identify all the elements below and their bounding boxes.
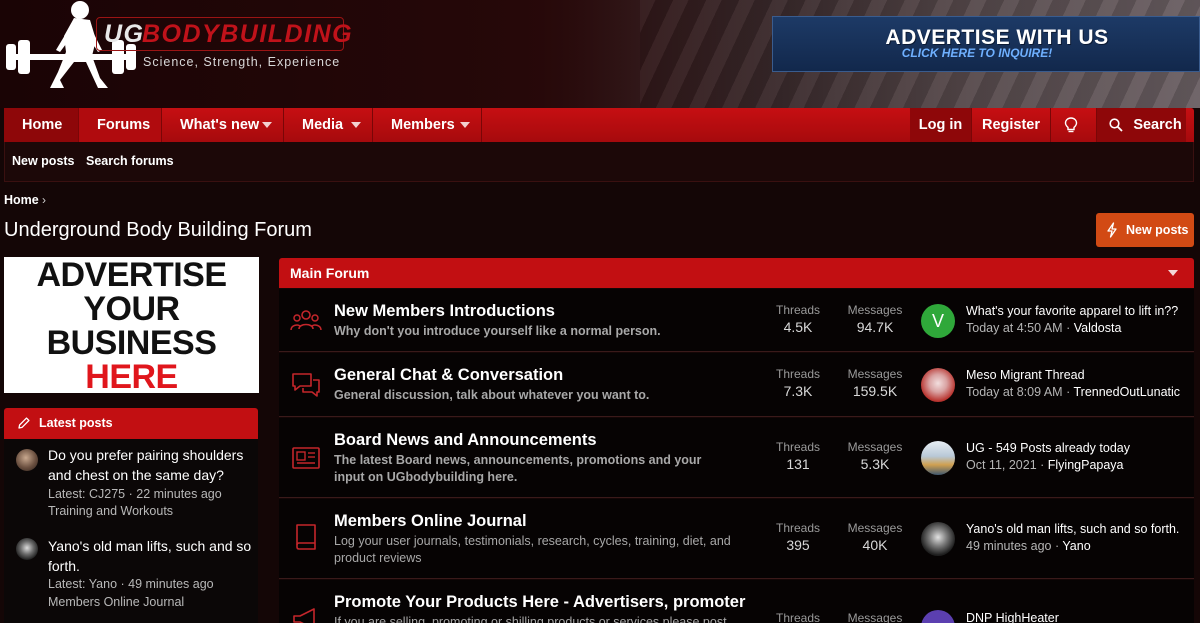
- last-post-time[interactable]: Oct 11, 2021: [966, 458, 1037, 472]
- last-post-time[interactable]: Today at 8:09 AM: [966, 385, 1063, 399]
- logo-bodybuilding-text[interactable]: BODYBUILDING: [142, 20, 353, 49]
- last-post-title[interactable]: Yano's old man lifts, such and so forth.: [966, 522, 1192, 536]
- last-post-user[interactable]: FlyingPapaya: [1048, 458, 1124, 472]
- page-title: Underground Body Building Forum: [4, 219, 312, 241]
- newspaper-icon: [292, 447, 320, 469]
- last-post-user[interactable]: TrennedOutLunatic: [1073, 385, 1180, 399]
- collapse-caret-icon[interactable]: [1168, 270, 1178, 276]
- forum-description: General discussion, talk about whatever …: [334, 388, 650, 402]
- subnav-search-forums[interactable]: Search forums: [86, 154, 174, 168]
- avatar[interactable]: [921, 522, 955, 556]
- new-posts-button-label: New posts: [1126, 223, 1189, 237]
- messages-count: 94.7K: [856, 319, 894, 335]
- journal-book-icon: [296, 524, 316, 550]
- avatar[interactable]: [921, 368, 955, 402]
- last-post-meta: Today at 4:50 AM · Valdosta: [966, 321, 1122, 335]
- threads-count: 131: [786, 456, 810, 472]
- media-caret-icon[interactable]: [351, 122, 361, 128]
- avatar[interactable]: [16, 449, 38, 471]
- main-forum-header[interactable]: Main Forum: [279, 258, 1194, 288]
- messages-label: Messages: [847, 521, 903, 535]
- logo-ug-text[interactable]: UG: [104, 20, 145, 49]
- forum-description: The latest Board news, announcements, pr…: [334, 453, 702, 484]
- nav-forums[interactable]: Forums: [79, 108, 162, 142]
- search-button[interactable]: Search: [1096, 108, 1186, 142]
- breadcrumb-separator: ›: [42, 193, 46, 207]
- forum-title[interactable]: Board News and Announcements: [334, 431, 597, 450]
- whats-new-caret-icon[interactable]: [262, 122, 272, 128]
- latest-post-forum[interactable]: Members Online Journal: [48, 595, 184, 609]
- new-posts-button[interactable]: New posts: [1096, 213, 1194, 247]
- latest-post-title[interactable]: Do you prefer pairing shoulders and ches…: [48, 445, 256, 485]
- threads-label: Threads: [775, 303, 821, 317]
- latest-post-meta[interactable]: Latest: Yano · 49 minutes ago: [48, 577, 214, 591]
- messages-count: 40K: [862, 537, 888, 553]
- avatar-letter: V: [931, 311, 944, 331]
- style-toggle-button[interactable]: [1050, 108, 1090, 142]
- forum-description: Why don't you introduce yourself like a …: [334, 324, 661, 338]
- threads-label: Threads: [775, 611, 821, 623]
- threads-count: 4.5K: [783, 319, 813, 335]
- advertise-banner-subtitle[interactable]: CLICK HERE TO INQUIRE!: [872, 46, 1082, 60]
- last-post-time[interactable]: 49 minutes ago: [966, 539, 1051, 553]
- users-group-icon: [290, 310, 322, 331]
- nav-home[interactable]: Home: [4, 108, 79, 142]
- forum-title[interactable]: Promote Your Products Here - Advertisers…: [334, 593, 745, 612]
- threads-label: Threads: [775, 440, 821, 454]
- threads-label: Threads: [775, 367, 821, 381]
- messages-label: Messages: [847, 367, 903, 381]
- latest-post-meta[interactable]: Latest: CJ275 · 22 minutes ago: [48, 487, 222, 501]
- members-caret-icon[interactable]: [460, 122, 470, 128]
- last-post-meta: Today at 8:09 AM · TrennedOutLunatic: [966, 385, 1181, 399]
- main-forum-title: Main Forum: [290, 265, 370, 281]
- register-button[interactable]: Register: [971, 108, 1050, 142]
- messages-label: Messages: [847, 611, 903, 623]
- sidebar-ad-line-1[interactable]: ADVERTISE: [4, 258, 259, 292]
- sidebar-ad-line-4[interactable]: HERE: [4, 360, 259, 394]
- forum-title[interactable]: General Chat & Conversation: [334, 366, 563, 385]
- breadcrumb-home[interactable]: Home: [4, 193, 39, 207]
- sidebar-ad-line-2[interactable]: YOUR: [4, 292, 259, 326]
- last-post-title[interactable]: DNP HighHeater: [966, 611, 1192, 623]
- messages-label: Messages: [847, 303, 903, 317]
- sub-navbar: [4, 142, 1194, 182]
- forum-title[interactable]: New Members Introductions: [334, 302, 555, 321]
- sidebar-ad-line-3[interactable]: BUSINESS: [4, 326, 259, 360]
- messages-count: 5.3K: [860, 456, 890, 472]
- last-post-user[interactable]: Valdosta: [1074, 321, 1122, 335]
- lightning-bolt-icon: [1107, 222, 1117, 238]
- forum-description: Log your user journals, testimonials, re…: [334, 534, 731, 565]
- search-icon: [1109, 118, 1123, 132]
- last-post-title[interactable]: Meso Migrant Thread: [966, 368, 1192, 382]
- messages-label: Messages: [847, 440, 903, 454]
- last-post-meta: 49 minutes ago · Yano: [966, 539, 1091, 553]
- avatar[interactable]: [921, 441, 955, 475]
- logo-tagline: Science, Strength, Experience: [143, 55, 341, 69]
- subnav-new-posts[interactable]: New posts: [12, 154, 75, 168]
- threads-count: 395: [786, 537, 810, 553]
- last-post-title[interactable]: UG - 549 Posts already today: [966, 441, 1192, 455]
- megaphone-icon: [293, 608, 315, 623]
- avatar[interactable]: [16, 538, 38, 560]
- last-post-title[interactable]: What's your favorite apparel to lift in?…: [966, 304, 1192, 318]
- avatar[interactable]: V: [921, 304, 955, 338]
- latest-post-forum[interactable]: Training and Workouts: [48, 504, 173, 518]
- pencil-icon: [18, 417, 30, 429]
- forum-title[interactable]: Members Online Journal: [334, 512, 527, 531]
- threads-label: Threads: [775, 521, 821, 535]
- messages-count: 159.5K: [852, 383, 898, 399]
- threads-count: 7.3K: [783, 383, 813, 399]
- lightbulb-icon: [1064, 117, 1077, 133]
- latest-post-title[interactable]: Yano's old man lifts, such and so forth.: [48, 536, 256, 576]
- last-post-time[interactable]: Today at 4:50 AM: [966, 321, 1063, 335]
- last-post-meta: Oct 11, 2021 · FlyingPapaya: [966, 458, 1124, 472]
- chat-bubbles-icon: [292, 373, 320, 397]
- latest-posts-header: Latest posts: [4, 408, 258, 439]
- last-post-user[interactable]: Yano: [1062, 539, 1090, 553]
- latest-posts-title: Latest posts: [39, 416, 113, 430]
- search-button-label: Search: [1133, 117, 1182, 133]
- login-button[interactable]: Log in: [910, 108, 971, 142]
- forum-description: If you are selling, promoting or shillin…: [334, 615, 727, 623]
